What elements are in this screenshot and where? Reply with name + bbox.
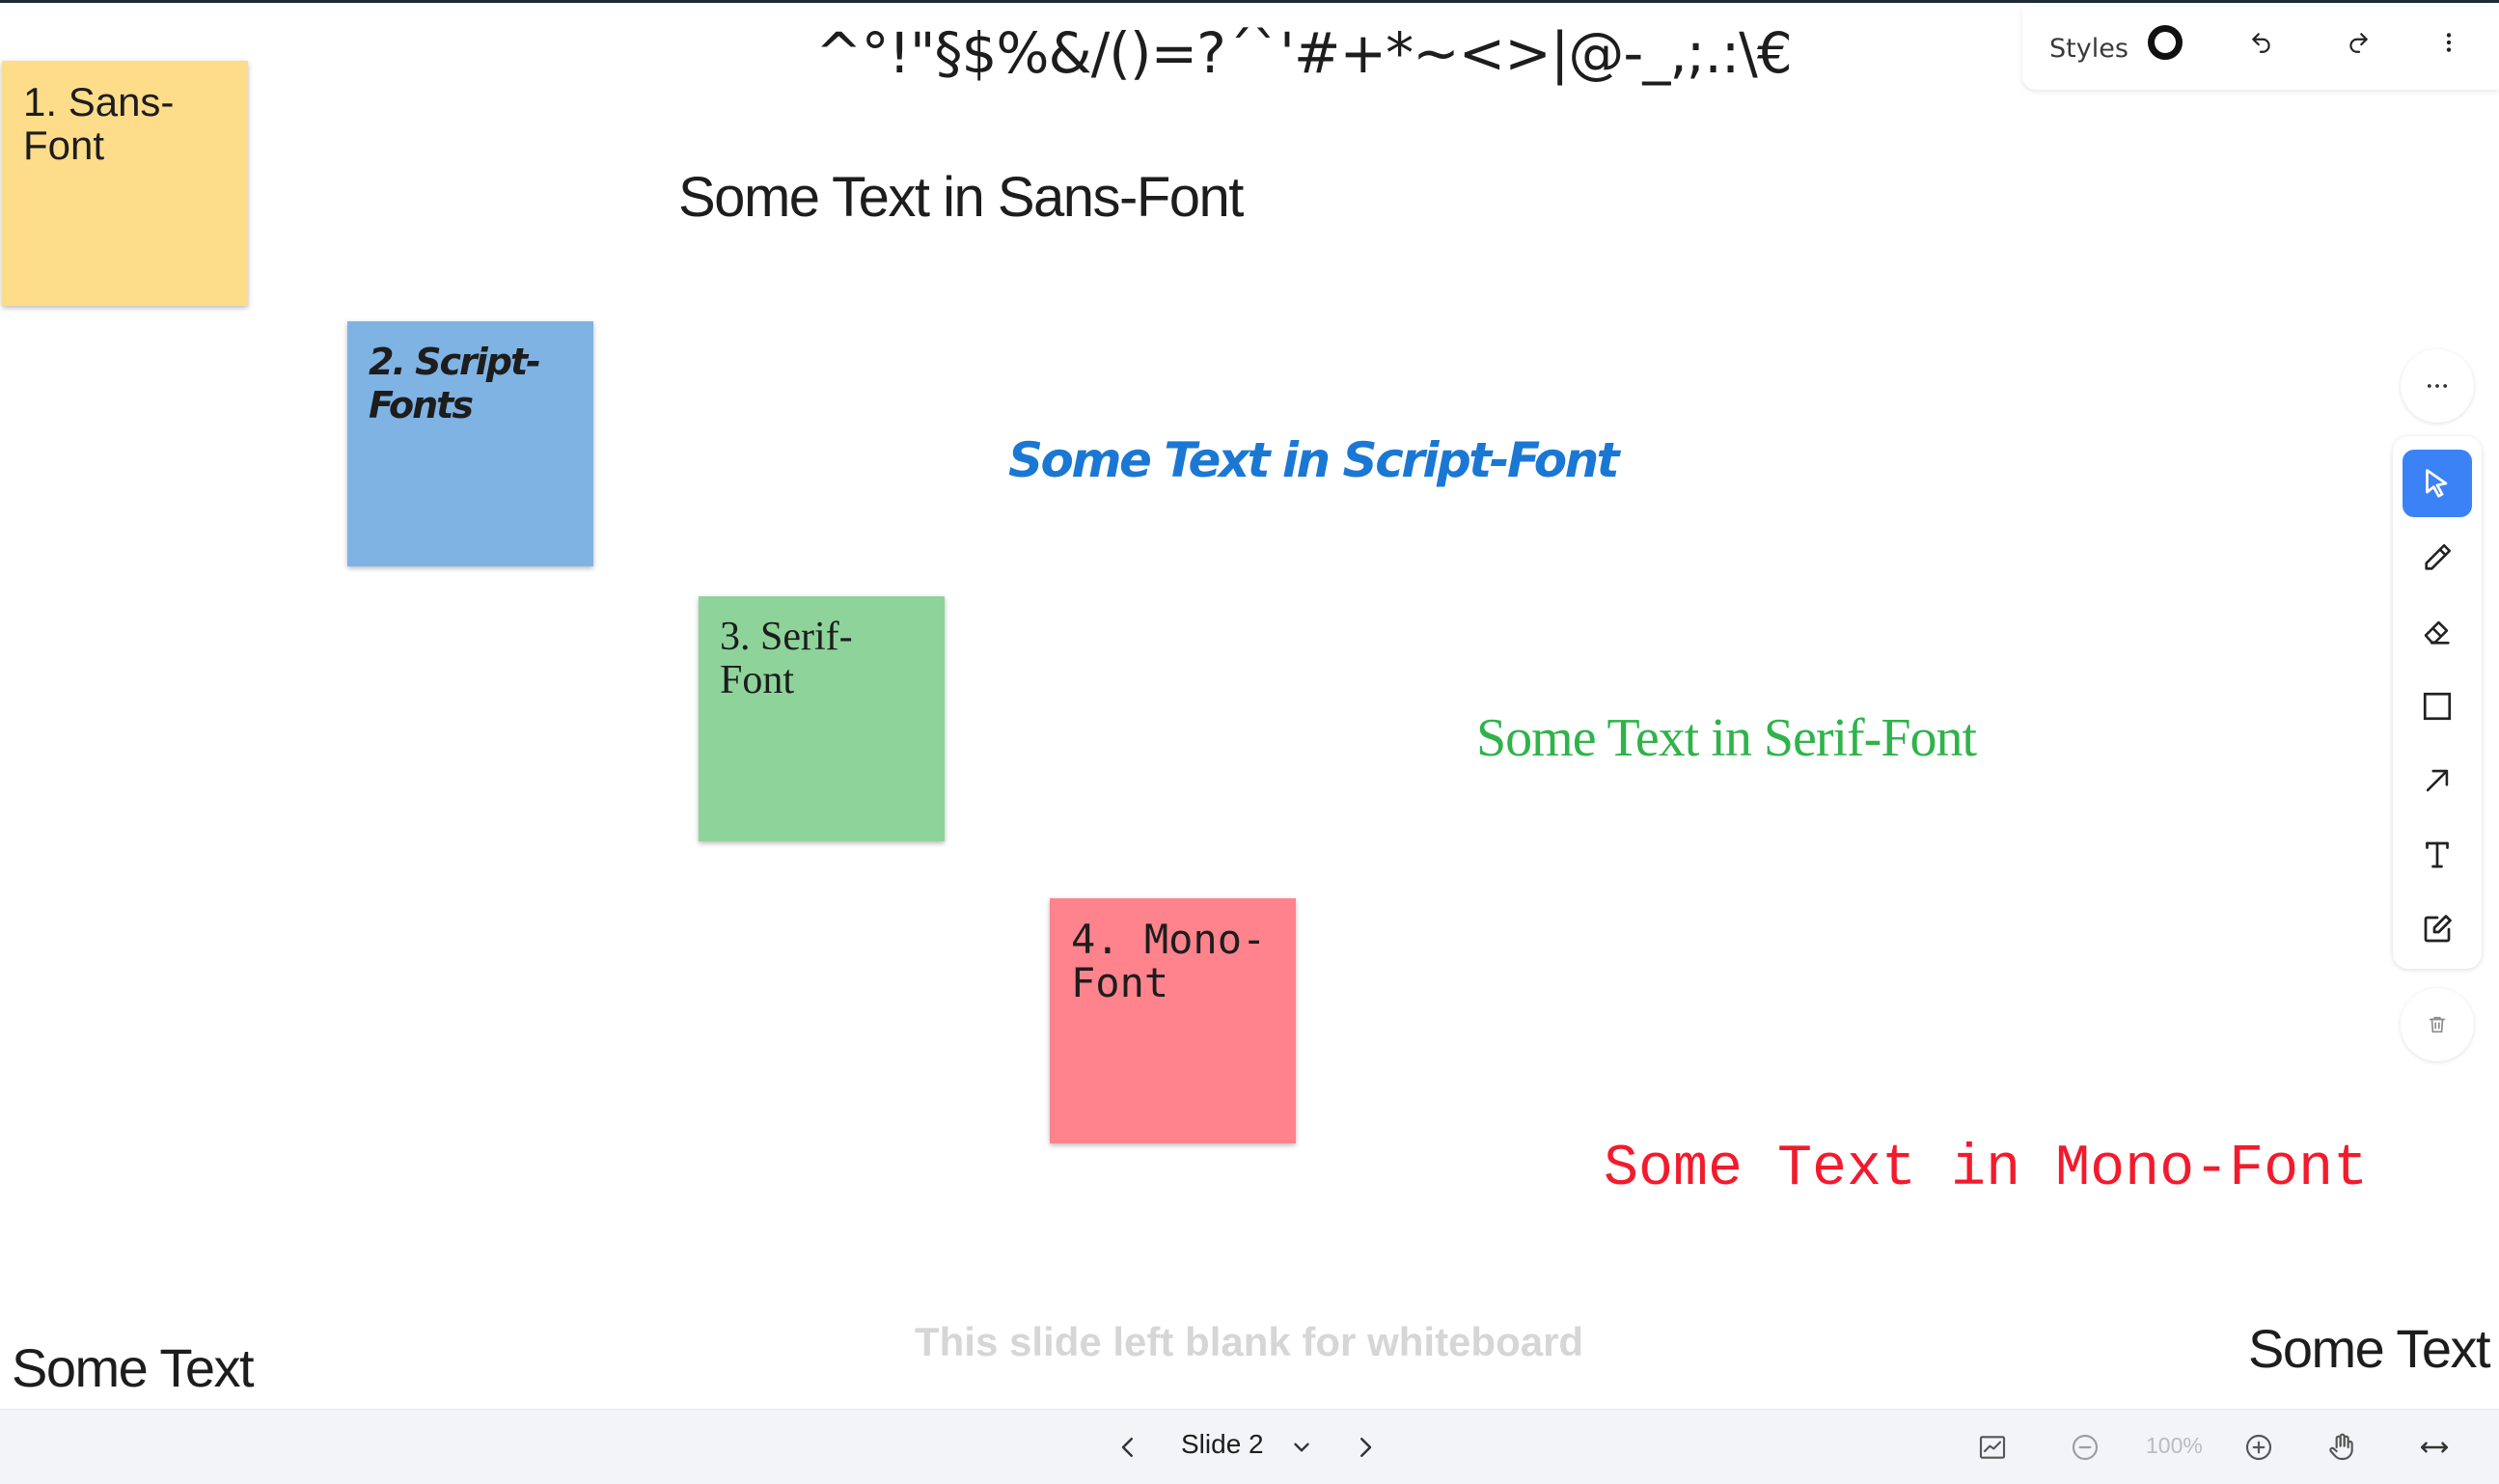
next-slide-button[interactable] [1337,1419,1393,1475]
chevron-left-icon [1121,1438,1133,1457]
zoom-out-icon [2072,1434,2099,1461]
note-icon [2424,915,2452,943]
undo-icon [2252,33,2270,53]
sticky-note-serif[interactable]: 3. Serif-Font [699,596,945,841]
redo-icon [2349,33,2368,53]
pan-button[interactable] [2314,1419,2370,1475]
pointer-icon [2426,469,2448,498]
tool-arrow[interactable] [2403,747,2472,814]
kebab-menu-icon [2446,33,2452,52]
text-icon [2426,841,2449,868]
sticky-note-mono[interactable]: 4. Mono-Font [1050,898,1296,1143]
zoom-in-button[interactable] [2231,1419,2287,1475]
text-serif-font[interactable]: Some Text in Serif-Font [1476,707,1977,769]
text-script-font[interactable]: Some Text in Script-Font [1008,432,1620,488]
text-sans-font[interactable]: Some Text in Sans-Font [678,165,1244,230]
tool-rectangle[interactable] [2403,673,2472,740]
hand-icon [2329,1433,2353,1461]
zoom-level: 100% [2146,1433,2203,1458]
text-bottom-left[interactable]: Some Text [12,1336,255,1399]
rectangle-icon [2423,692,2452,721]
style-circle-icon[interactable] [2148,25,2183,60]
undo-button[interactable] [2235,15,2289,69]
chevron-right-icon [1360,1438,1372,1457]
chevron-down-icon [1294,1443,1309,1452]
sticky-note-script[interactable]: 2. Script-Fonts [347,321,593,566]
tool-panel [2393,436,2482,969]
tool-eraser[interactable] [2403,598,2472,666]
text-bottom-right[interactable]: Some Text [2248,1317,2491,1380]
blank-slide-note: This slide left blank for whiteboard [915,1319,1584,1364]
sticky-note-sans[interactable]: 1. Sans-Font [2,61,248,306]
eraser-icon [2424,620,2450,645]
minimap-button[interactable] [1964,1419,2020,1475]
styles-label[interactable]: Styles [2049,34,2128,64]
slide-dropdown-button[interactable] [1274,1419,1330,1475]
zoom-in-icon [2245,1434,2272,1461]
ellipsis-icon [2427,384,2448,388]
delete-button[interactable] [2401,988,2474,1061]
trash-icon [2429,1016,2446,1033]
slide-label[interactable]: Slide 2 [1181,1429,1264,1460]
menu-button[interactable] [2422,15,2476,69]
text-mono-font[interactable]: Some Text in Mono-Font [1604,1137,2368,1202]
arrow-icon [2426,769,2449,792]
special-characters-text[interactable]: ^°!"§$%&/()=?´`'#+*~<>|@-_,;.:\€ [815,20,1793,86]
tool-text[interactable] [2403,821,2472,889]
bottom-bar: Slide 2 100% [0,1409,2499,1484]
minimap-icon [1979,1436,2006,1459]
tool-select[interactable] [2403,450,2472,517]
previous-slide-button[interactable] [1100,1419,1156,1475]
pencil-icon [2425,543,2452,570]
tool-draw[interactable] [2403,524,2472,591]
redo-button[interactable] [2331,15,2385,69]
tool-note[interactable] [2403,895,2472,963]
zoom-out-button[interactable] [2057,1419,2113,1475]
more-tools-button[interactable] [2401,349,2474,423]
fit-width-icon [2420,1442,2449,1453]
fit-width-button[interactable] [2406,1419,2462,1475]
whiteboard-canvas[interactable]: ^°!"§$%&/()=?´`'#+*~<>|@-_,;.:\€ 1. Sans… [0,3,2499,1409]
